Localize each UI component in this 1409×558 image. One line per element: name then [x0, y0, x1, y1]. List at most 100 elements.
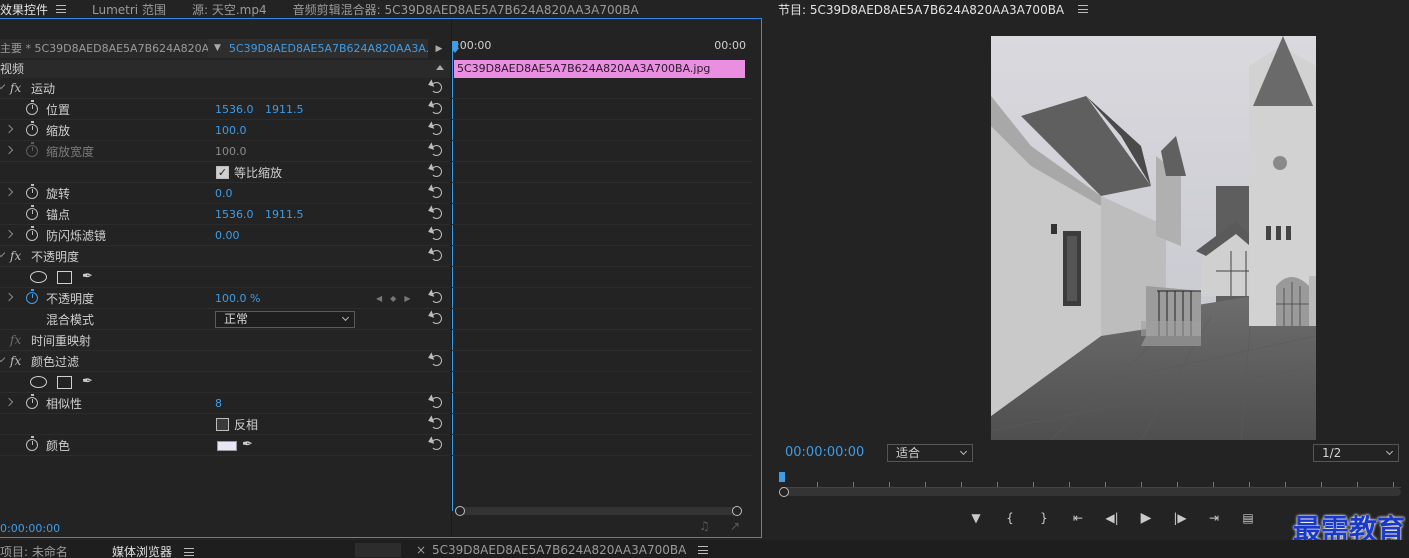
- tab-effect-controls[interactable]: 效果控件: [0, 1, 67, 18]
- expand-caret-icon[interactable]: [4, 187, 14, 197]
- uniform-scale-checkbox[interactable]: ✓: [216, 166, 229, 179]
- playback-resolution-select[interactable]: 1/2: [1313, 444, 1399, 462]
- collapse-up-icon[interactable]: [436, 65, 444, 70]
- reset-icon[interactable]: [431, 208, 442, 219]
- effect-opacity[interactable]: fx 不透明度: [0, 246, 450, 267]
- fx-icon[interactable]: fx: [10, 81, 21, 95]
- reset-icon[interactable]: [431, 187, 442, 198]
- time-ruler[interactable]: :00:00 00:00: [452, 39, 752, 57]
- lift-icon[interactable]: ▤: [1231, 508, 1265, 528]
- stopwatch-icon[interactable]: [26, 205, 38, 220]
- master-clip-label[interactable]: 主要 * 5C39D8AED8AE5A7B624A820A...: [0, 39, 208, 58]
- tab-sequence[interactable]: 5C39D8AED8AE5A7B624A820AA3A700BA: [432, 543, 709, 557]
- ellipse-mask-icon[interactable]: [30, 376, 47, 388]
- rectangle-mask-icon[interactable]: [57, 375, 72, 389]
- effect-color-pass[interactable]: fx 颜色过滤: [0, 351, 450, 372]
- effect-motion[interactable]: fx 运动: [0, 78, 450, 99]
- reset-icon[interactable]: [431, 250, 442, 261]
- next-keyframe-icon[interactable]: ▶: [404, 294, 410, 303]
- reset-icon[interactable]: [431, 397, 442, 408]
- stopwatch-icon[interactable]: [26, 121, 38, 136]
- expand-caret-icon[interactable]: [4, 397, 14, 407]
- reset-icon[interactable]: [431, 418, 442, 429]
- filter-audio-icon[interactable]: ♫: [699, 519, 710, 533]
- reset-icon[interactable]: [431, 292, 442, 303]
- reset-icon[interactable]: [431, 124, 442, 135]
- anti-flicker-value[interactable]: 0.00: [215, 229, 240, 242]
- reset-icon[interactable]: [431, 439, 442, 450]
- eyedropper-icon[interactable]: ✒: [242, 437, 253, 452]
- expand-caret-icon[interactable]: [4, 229, 14, 239]
- panel-menu-icon[interactable]: [1078, 5, 1089, 13]
- opacity-value[interactable]: 100.0 %: [215, 292, 260, 305]
- anchor-x-value[interactable]: 1536.0: [215, 208, 254, 221]
- timeline-zoom-scrollbar[interactable]: [455, 506, 742, 516]
- export-icon[interactable]: ↗: [730, 519, 740, 533]
- color-swatch[interactable]: [217, 441, 237, 451]
- tab-media-browser[interactable]: 媒体浏览器: [112, 543, 194, 558]
- program-timecode[interactable]: 00:00:00:00: [785, 445, 864, 460]
- zoom-handle-start[interactable]: [779, 487, 789, 497]
- rotation-value[interactable]: 0.0: [215, 187, 233, 200]
- program-playhead[interactable]: [779, 472, 785, 482]
- stopwatch-icon[interactable]: [26, 100, 38, 115]
- tab-lumetri-scopes[interactable]: Lumetri 范围: [92, 1, 166, 18]
- mark-in-icon[interactable]: {: [993, 508, 1027, 528]
- step-forward-icon[interactable]: |▶: [1163, 508, 1197, 528]
- stopwatch-icon[interactable]: [26, 226, 38, 241]
- stopwatch-icon[interactable]: [26, 289, 38, 304]
- position-x-value[interactable]: 1536.0: [215, 103, 254, 116]
- tab-source[interactable]: 源: 天空.mp4: [192, 1, 267, 18]
- similarity-value[interactable]: 8: [215, 397, 222, 410]
- zoom-handle-end[interactable]: [732, 506, 742, 516]
- close-icon[interactable]: ×: [416, 543, 426, 557]
- program-video-frame[interactable]: [991, 36, 1316, 440]
- play-triangle-icon[interactable]: ▶: [428, 44, 450, 54]
- zoom-fit-select[interactable]: 适合: [887, 444, 973, 462]
- zoom-handle-start[interactable]: [455, 506, 465, 516]
- effect-time-remapping[interactable]: fx 时间重映射: [0, 330, 450, 351]
- tab-audio-clip-mixer[interactable]: 音频剪辑混合器: 5C39D8AED8AE5A7B624A820AA3A700B…: [293, 1, 639, 18]
- reset-icon[interactable]: [431, 229, 442, 240]
- step-back-icon[interactable]: ◀|: [1095, 508, 1129, 528]
- add-keyframe-icon[interactable]: ◆: [390, 294, 396, 303]
- position-y-value[interactable]: 1911.5: [265, 103, 304, 116]
- stopwatch-icon[interactable]: [26, 394, 38, 409]
- reset-icon[interactable]: [431, 313, 442, 324]
- expand-caret-icon[interactable]: [0, 80, 6, 90]
- reset-icon[interactable]: [431, 145, 442, 156]
- expand-caret-icon[interactable]: [0, 248, 6, 258]
- panel-menu-icon[interactable]: [56, 5, 67, 13]
- expand-caret-icon[interactable]: [0, 353, 6, 363]
- invert-checkbox[interactable]: [216, 418, 229, 431]
- panel-menu-icon[interactable]: [183, 548, 194, 556]
- program-zoom-scrollbar[interactable]: [779, 487, 1401, 497]
- pen-mask-icon[interactable]: ✒: [82, 270, 96, 284]
- ellipse-mask-icon[interactable]: [30, 271, 47, 283]
- panel-menu-icon[interactable]: [698, 546, 709, 554]
- stopwatch-icon[interactable]: [26, 184, 38, 199]
- stopwatch-icon[interactable]: [26, 436, 38, 451]
- add-marker-icon[interactable]: ▼: [959, 508, 993, 528]
- tab-project[interactable]: 项目: 未命名: [0, 543, 68, 558]
- pen-mask-icon[interactable]: ✒: [82, 375, 96, 389]
- reset-icon[interactable]: [431, 166, 442, 177]
- mark-out-icon[interactable]: }: [1027, 508, 1061, 528]
- go-to-in-icon[interactable]: ⇤: [1061, 508, 1095, 528]
- blend-mode-select[interactable]: 正常: [215, 311, 355, 328]
- scale-value[interactable]: 100.0: [215, 124, 247, 137]
- play-icon[interactable]: ▶: [1129, 508, 1163, 528]
- prev-keyframe-icon[interactable]: ◀: [376, 294, 382, 303]
- fx-icon[interactable]: fx: [10, 249, 21, 263]
- clip-selector[interactable]: ▼ 5C39D8AED8AE5A7B624A820AA3A...: [208, 39, 428, 58]
- reset-icon[interactable]: [431, 103, 442, 114]
- expand-caret-icon[interactable]: [4, 145, 14, 155]
- tab-program-monitor[interactable]: 节目: 5C39D8AED8AE5A7B624A820AA3A700BA: [778, 1, 1089, 18]
- expand-caret-icon[interactable]: [4, 292, 14, 302]
- clip-bar[interactable]: 5C39D8AED8AE5A7B624A820AA3A700BA.jpg: [454, 60, 745, 78]
- effect-controls-timecode[interactable]: 0:00:00:00: [0, 522, 60, 535]
- go-to-out-icon[interactable]: ⇥: [1197, 508, 1231, 528]
- fx-icon[interactable]: fx: [10, 354, 21, 368]
- expand-caret-icon[interactable]: [4, 124, 14, 134]
- reset-icon[interactable]: [431, 355, 442, 366]
